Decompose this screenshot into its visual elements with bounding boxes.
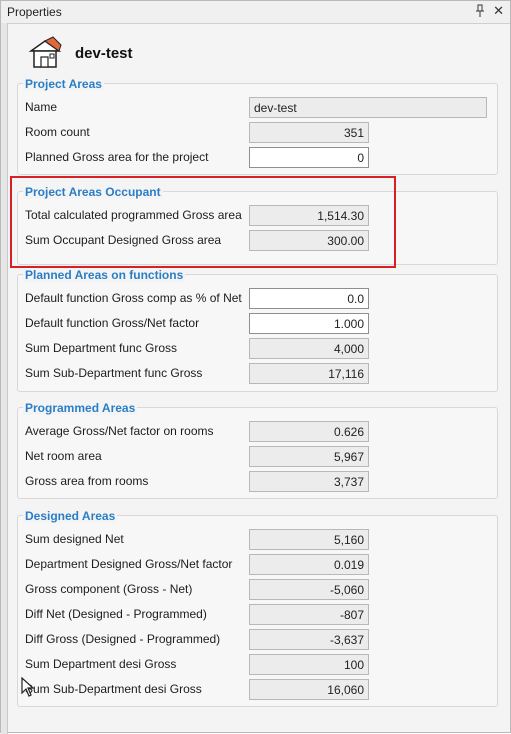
- row-default-gross-comp: Default function Gross comp as % of Net …: [25, 288, 487, 310]
- row-label: Diff Gross (Designed - Programmed): [25, 632, 221, 646]
- row-label: Planned Gross area for the project: [25, 150, 209, 164]
- default-gross-net-factor-input[interactable]: 1.000: [249, 313, 369, 334]
- sum-department-desi-gross-value: 100: [249, 654, 369, 675]
- row-label: Sum Sub-Department desi Gross: [25, 682, 202, 696]
- close-icon[interactable]: ✕: [493, 3, 504, 19]
- pin-icon[interactable]: [474, 4, 486, 18]
- row-label: Name: [25, 100, 58, 114]
- section-project-areas-occupant: [17, 191, 498, 265]
- diff-gross-value: -3,637: [249, 629, 369, 650]
- sum-subdepartment-desi-gross-value: 16,060: [249, 679, 369, 700]
- row-sum-subdepartment-func-gross: Sum Sub-Department func Gross 17,116: [25, 363, 487, 385]
- section-title-programmed: Programmed Areas: [23, 401, 138, 415]
- section-title-project-areas: Project Areas: [23, 77, 104, 91]
- panel-title: Properties: [7, 5, 62, 19]
- total-programmed-gross-value: 1,514.30: [249, 205, 369, 226]
- room-count-value: 351: [249, 122, 369, 143]
- row-diff-gross: Diff Gross (Designed - Programmed) -3,63…: [25, 629, 487, 651]
- panel-titlebar: Properties ✕: [1, 1, 510, 24]
- row-average-gross-net: Average Gross/Net factor on rooms 0.626: [25, 421, 487, 443]
- row-label: Diff Net (Designed - Programmed): [25, 607, 207, 621]
- row-label: Default function Gross/Net factor: [25, 316, 200, 330]
- row-gross-component: Gross component (Gross - Net) -5,060: [25, 579, 487, 601]
- row-sum-designed-net: Sum designed Net 5,160: [25, 529, 487, 551]
- row-default-gross-net-factor: Default function Gross/Net factor 1.000: [25, 313, 487, 335]
- gross-component-value: -5,060: [249, 579, 369, 600]
- sum-subdepartment-func-gross-value: 17,116: [249, 363, 369, 384]
- default-gross-comp-input[interactable]: 0.0: [249, 288, 369, 309]
- department-designed-factor-value: 0.019: [249, 554, 369, 575]
- average-gross-net-value: 0.626: [249, 421, 369, 442]
- row-name: Name dev-test: [25, 97, 487, 119]
- sum-department-func-gross-value: 4,000: [249, 338, 369, 359]
- row-label: Gross area from rooms: [25, 474, 149, 488]
- name-field[interactable]: dev-test: [249, 97, 487, 118]
- row-net-room-area: Net room area 5,967: [25, 446, 487, 468]
- row-sum-department-desi-gross: Sum Department desi Gross 100: [25, 654, 487, 676]
- row-label: Sum Department func Gross: [25, 341, 178, 355]
- row-gross-area-rooms: Gross area from rooms 3,737: [25, 471, 487, 493]
- planned-gross-input[interactable]: 0: [249, 147, 369, 168]
- row-total-programmed-gross: Total calculated programmed Gross area 1…: [25, 205, 487, 227]
- row-label: Sum Occupant Designed Gross area: [25, 233, 222, 247]
- gross-area-rooms-value: 3,737: [249, 471, 369, 492]
- section-title-occupant: Project Areas Occupant: [23, 185, 163, 199]
- mouse-cursor-icon: [21, 677, 35, 697]
- row-diff-net: Diff Net (Designed - Programmed) -807: [25, 604, 487, 626]
- row-label: Average Gross/Net factor on rooms: [25, 424, 214, 438]
- section-title-designed: Designed Areas: [23, 509, 118, 523]
- row-label: Sum Sub-Department func Gross: [25, 366, 203, 380]
- panel-left-edge: [1, 23, 8, 734]
- row-label: Department Designed Gross/Net factor: [25, 557, 233, 571]
- row-label: Room count: [25, 125, 90, 139]
- row-label: Default function Gross comp as % of Net: [25, 291, 242, 305]
- properties-panel: Properties ✕ dev-test Project Areas Name…: [0, 0, 511, 734]
- row-planned-gross: Planned Gross area for the project 0: [25, 147, 487, 169]
- sum-designed-net-value: 5,160: [249, 529, 369, 550]
- project-name: dev-test: [75, 45, 133, 62]
- row-label: Sum designed Net: [25, 532, 124, 546]
- occupant-designed-gross-value: 300.00: [249, 230, 369, 251]
- row-sum-subdepartment-desi-gross: Sum Sub-Department desi Gross 16,060: [25, 679, 487, 701]
- diff-net-value: -807: [249, 604, 369, 625]
- row-label: Total calculated programmed Gross area: [25, 208, 242, 222]
- row-room-count: Room count 351: [25, 122, 487, 144]
- row-label: Gross component (Gross - Net): [25, 582, 193, 596]
- row-label: Sum Department desi Gross: [25, 657, 177, 671]
- row-label: Net room area: [25, 449, 102, 463]
- section-title-planned-functions: Planned Areas on functions: [23, 268, 186, 282]
- row-sum-department-func-gross: Sum Department func Gross 4,000: [25, 338, 487, 360]
- row-occupant-designed-gross: Sum Occupant Designed Gross area 300.00: [25, 230, 487, 252]
- house-icon: [28, 36, 62, 68]
- row-department-designed-factor: Department Designed Gross/Net factor 0.0…: [25, 554, 487, 576]
- net-room-area-value: 5,967: [249, 446, 369, 467]
- project-header: dev-test: [23, 33, 323, 73]
